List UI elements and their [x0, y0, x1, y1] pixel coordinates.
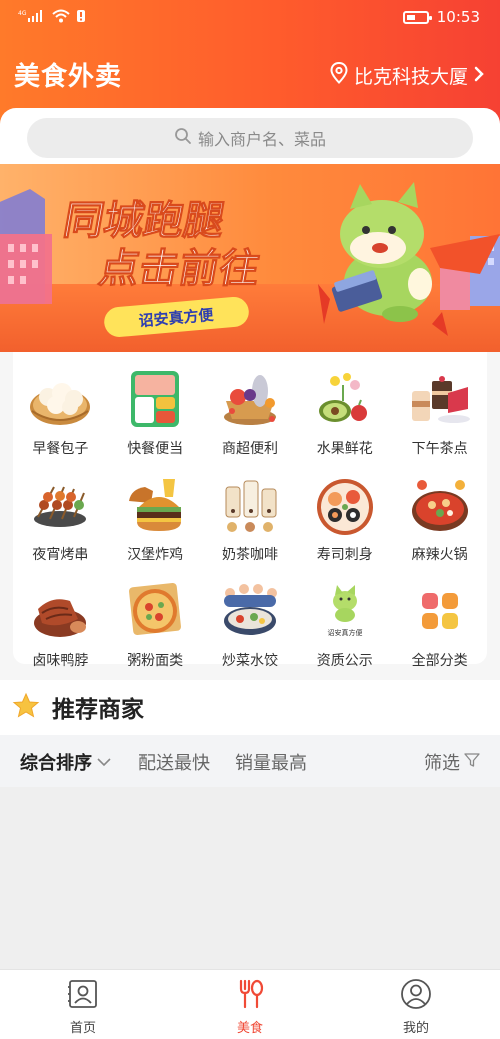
wifi-icon	[52, 8, 70, 27]
category-grid: 早餐包子 快餐便当 商超便利 水果鲜花 下午茶点 夜宵烤串 汉堡炸鸡 奶茶咖啡 …	[13, 366, 487, 670]
category-label: 汉堡炸鸡	[127, 547, 184, 563]
tab-home-label: 首页	[69, 1021, 96, 1036]
category-label: 早餐包子	[32, 441, 89, 457]
milktea-icon	[217, 472, 283, 538]
sort-fastest-label: 配送最快	[138, 753, 210, 774]
status-icons-right: 10:53	[402, 8, 480, 26]
category-label: 寿司刺身	[316, 547, 373, 563]
search-card: 输入商户名、菜品	[0, 108, 500, 168]
category-label: 奶茶咖啡	[221, 547, 278, 563]
fruit-icon	[312, 366, 378, 432]
filter-label: 筛选	[424, 753, 460, 774]
status-time: 10:53	[436, 8, 480, 26]
category-item[interactable]: 早餐包子	[13, 366, 108, 458]
sort-top-sales[interactable]: 销量最高	[235, 749, 307, 775]
hotpot-icon	[407, 472, 473, 538]
battery-icon	[402, 10, 432, 24]
signal-icon: 4G	[18, 8, 46, 27]
category-item[interactable]: 诏安真方便 资质公示	[297, 578, 392, 670]
category-label: 麻辣火锅	[411, 547, 468, 563]
category-item[interactable]: 寿司刺身	[297, 472, 392, 564]
sort-fastest-delivery[interactable]: 配送最快	[138, 749, 210, 775]
category-label: 粥粉面类	[127, 653, 184, 669]
search-placeholder: 输入商户名、菜品	[197, 130, 326, 149]
tab-food-label: 美食	[236, 1021, 263, 1036]
category-label: 快餐便当	[127, 441, 184, 457]
category-item[interactable]: 麻辣火锅	[392, 472, 487, 564]
sort-comprehensive-label: 综合排序	[20, 753, 92, 774]
bottom-tab-bar: 首页 美食 我的	[0, 969, 500, 1039]
fork-spoon-icon	[234, 978, 266, 1014]
category-item[interactable]: 商超便利	[203, 366, 298, 458]
category-label: 商超便利	[221, 441, 278, 457]
category-item[interactable]: 汉堡炸鸡	[108, 472, 203, 564]
category-label: 炒菜水饺	[221, 653, 278, 669]
grocery-icon	[217, 366, 283, 432]
location-selector[interactable]: 比克科技大厦	[330, 61, 484, 89]
svg-text:诏安真方便: 诏安真方便	[327, 628, 362, 637]
dumpling-icon	[217, 578, 283, 644]
all-categories-icon	[407, 578, 473, 644]
dessert-icon	[407, 366, 473, 432]
category-item[interactable]: 卤味鸭脖	[13, 578, 108, 670]
status-icons-left: 4G	[18, 8, 86, 27]
category-item[interactable]: 全部分类	[392, 578, 487, 670]
burger-icon	[122, 472, 188, 538]
duckneck-icon	[27, 578, 93, 644]
category-item[interactable]: 水果鲜花	[297, 366, 392, 458]
star-icon	[12, 692, 40, 724]
category-label: 卤味鸭脖	[32, 653, 89, 669]
qualification-icon: 诏安真方便	[312, 578, 378, 644]
category-panel: 早餐包子 快餐便当 商超便利 水果鲜花 下午茶点 夜宵烤串 汉堡炸鸡 奶茶咖啡 …	[0, 352, 500, 680]
search-input[interactable]: 输入商户名、菜品	[27, 118, 473, 158]
merchant-list-empty	[0, 787, 500, 969]
baozi-icon	[27, 366, 93, 432]
banner-line-2: 点击前往	[95, 245, 263, 292]
status-bar: 4G 10:53	[0, 0, 500, 38]
tab-home[interactable]: 首页	[43, 978, 123, 1036]
banner-line-1: 同城跑腿	[60, 197, 229, 244]
errand-banner[interactable]: 同城跑腿 点击前往 诏安真方便	[0, 164, 500, 352]
category-label: 下午茶点	[411, 441, 468, 457]
category-item[interactable]: 粥粉面类	[108, 578, 203, 670]
noodle-icon	[122, 578, 188, 644]
sort-comprehensive[interactable]: 综合排序	[20, 749, 112, 775]
svg-text:4G: 4G	[18, 10, 27, 17]
category-label: 全部分类	[411, 653, 468, 669]
recommend-section: 推荐商家	[0, 680, 500, 735]
sushi-icon	[312, 472, 378, 538]
category-label: 夜宵烤串	[32, 547, 89, 563]
user-profile-icon	[400, 978, 432, 1014]
app-title: 美食外卖	[14, 62, 123, 92]
filter-button[interactable]: 筛选	[424, 749, 480, 775]
category-item[interactable]: 夜宵烤串	[13, 472, 108, 564]
chevron-down-icon	[96, 752, 112, 773]
location-label: 比克科技大厦	[353, 66, 468, 88]
bento-icon	[122, 366, 188, 432]
tab-profile-label: 我的	[402, 1021, 429, 1036]
alert-icon	[76, 8, 86, 27]
sort-bar: 综合排序 配送最快 销量最高 筛选	[0, 735, 500, 787]
sort-top-sales-label: 销量最高	[235, 753, 307, 774]
city-buildings-left	[0, 189, 52, 304]
category-label: 水果鲜花	[316, 441, 373, 457]
category-item[interactable]: 炒菜水饺	[203, 578, 298, 670]
category-item[interactable]: 奶茶咖啡	[203, 472, 298, 564]
category-card: 早餐包子 快餐便当 商超便利 水果鲜花 下午茶点 夜宵烤串 汉堡炸鸡 奶茶咖啡 …	[13, 352, 487, 669]
category-item[interactable]: 下午茶点	[392, 366, 487, 458]
tab-food[interactable]: 美食	[210, 978, 290, 1036]
recommend-title: 推荐商家	[52, 697, 144, 723]
location-pin-icon	[330, 61, 348, 89]
home-contact-icon	[67, 978, 99, 1014]
filter-funnel-icon	[464, 752, 480, 773]
category-item[interactable]: 快餐便当	[108, 366, 203, 458]
chevron-right-icon	[474, 65, 484, 87]
tab-profile[interactable]: 我的	[376, 978, 456, 1036]
skewer-icon	[27, 472, 93, 538]
search-icon	[174, 127, 192, 149]
category-label: 资质公示	[316, 653, 373, 669]
